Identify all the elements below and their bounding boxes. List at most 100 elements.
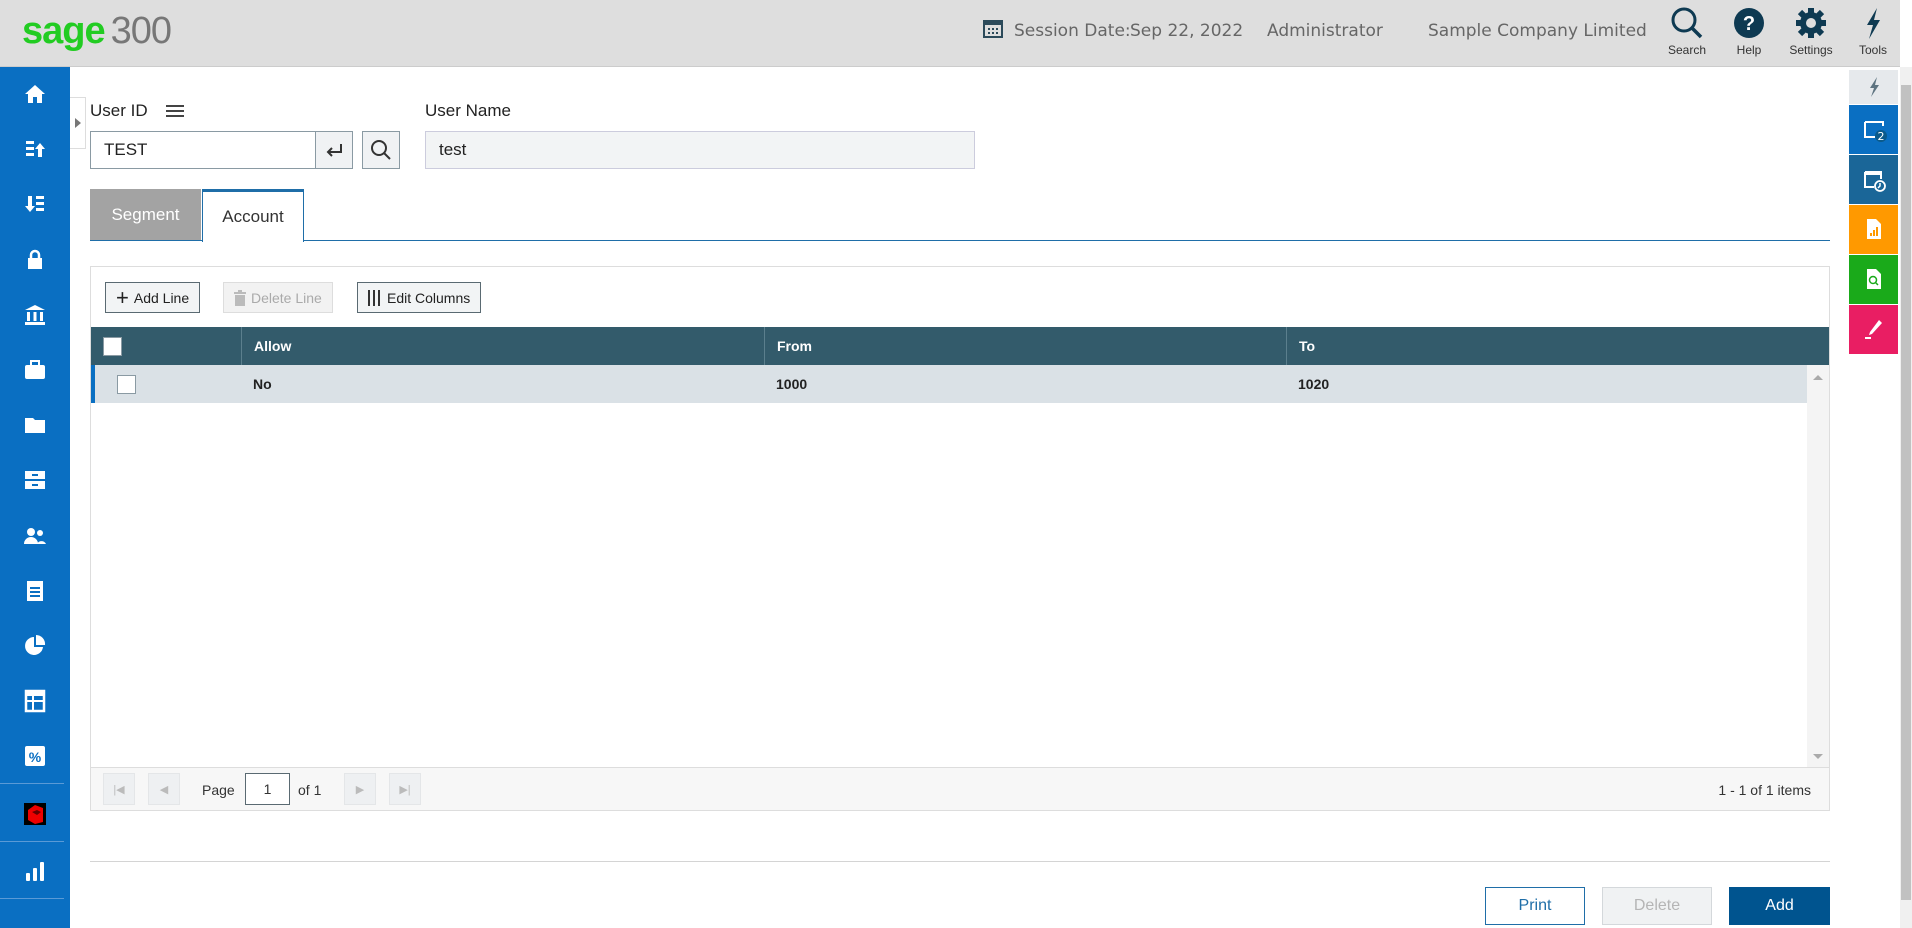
quick-tile-document-search[interactable] [1849,255,1898,304]
quick-tools-toggle[interactable] [1849,70,1898,104]
sidebar-item-bar-chart[interactable] [0,846,70,896]
settings-button[interactable]: Settings [1781,6,1841,57]
select-all-checkbox[interactable] [103,336,122,356]
document-icon [27,580,43,601]
svg-text:%: % [29,749,42,765]
briefcase-icon [25,360,45,379]
sidebar-item-percent[interactable]: % [0,731,70,781]
search-icon [1671,7,1703,39]
edit-columns-button[interactable]: Edit Columns [357,282,482,313]
cell-from[interactable]: 1000 [764,365,807,403]
delete-line-label: Delete Line [251,289,322,306]
bank-icon [25,304,45,325]
window-clock-icon [1863,170,1886,192]
lightning-icon [1867,8,1880,39]
sidebar-item-users[interactable] [0,511,70,561]
table-icon [24,689,46,713]
quick-tile-report[interactable] [1849,205,1898,254]
trash-icon [234,289,246,306]
sidebar-item-folder[interactable] [0,400,70,450]
folder-icon [25,418,45,434]
svg-text:2: 2 [1877,130,1884,143]
next-page-button[interactable]: ▶ [344,773,376,805]
help-button[interactable]: ? Help [1719,6,1779,57]
pie-chart-icon [25,634,46,655]
pen-icon [1864,319,1882,339]
finder-menu-icon[interactable] [166,104,184,118]
bar-chart-icon [26,861,44,881]
document-search-icon [1866,268,1881,289]
search-button[interactable]: Search [1657,6,1717,57]
search-label: Search [1667,43,1707,57]
sidebar-item-sort-down[interactable] [0,179,70,229]
sidebar-item-table[interactable] [0,676,70,726]
edit-columns-label: Edit Columns [387,289,471,306]
column-header-from[interactable]: From [764,327,1286,365]
sidebar-divider [0,840,64,842]
caret-right-icon [74,118,81,128]
settings-label: Settings [1789,43,1833,57]
tools-button[interactable]: Tools [1843,6,1903,57]
expand-panel-toggle[interactable] [70,97,86,149]
enter-button[interactable] [315,131,353,169]
sidebar-item-archive[interactable] [0,455,70,505]
sidebar-item-app-cube[interactable] [0,789,70,839]
svg-text:?: ? [1743,13,1755,35]
page-scrollbar-thumb[interactable] [1901,85,1911,900]
cell-to[interactable]: 1020 [1286,365,1329,403]
sidebar-item-document[interactable] [0,566,70,616]
row-select-cell [105,365,136,403]
report-icon [1866,218,1881,239]
print-button[interactable]: Print [1485,887,1585,925]
table-row[interactable]: No 1000 1020 [91,365,1807,403]
first-page-button[interactable]: |◀ [103,773,135,805]
page-total: of 1 [298,782,322,798]
page-number-input[interactable]: 1 [245,773,290,805]
sage-300-logo[interactable]: sage 300 [22,10,172,53]
user-name-field: test [425,131,975,169]
page-label: Page [202,782,235,798]
cell-allow[interactable]: No [241,365,272,403]
top-header: sage 300 Session Date: Sep 22, 2022 Admin… [0,0,1900,67]
user-id-label: User ID [90,101,148,120]
user-id-input[interactable]: TEST [90,131,316,169]
delete-line-button[interactable]: Delete Line [223,282,333,313]
sidebar-item-briefcase[interactable] [0,345,70,395]
add-button[interactable]: Add [1729,887,1830,925]
quick-tile-pen[interactable] [1849,305,1898,354]
sort-down-icon [25,196,44,213]
user-id-finder-button[interactable] [362,131,400,169]
tab-segment[interactable]: Segment [90,189,201,241]
column-header-allow[interactable]: Allow [241,327,764,365]
scroll-up-icon[interactable] [1813,375,1823,380]
tab-account[interactable]: Account [202,189,304,242]
session-date[interactable]: Sep 22, 2022 [1130,21,1243,41]
help-icon: ? [1734,8,1764,38]
users-icon [24,527,46,544]
delete-button[interactable]: Delete [1602,887,1712,925]
plus-icon: + [116,284,129,310]
sidebar-item-lock[interactable] [0,235,70,285]
home-icon [25,85,45,103]
add-line-button[interactable]: + Add Line [105,282,201,313]
grid-pager: |◀ ◀ Page 1 of 1 ▶ ▶| 1 - 1 of 1 items [91,767,1829,810]
quick-tile-windows[interactable]: 2 [1849,105,1898,154]
sidebar-item-sort-up[interactable] [0,124,70,174]
sidebar-item-bank[interactable] [0,290,70,340]
page-scrollbar[interactable] [1900,67,1912,928]
help-label: Help [1736,43,1762,57]
grid-scrollbar[interactable] [1807,365,1829,767]
last-page-button[interactable]: ▶| [389,773,421,805]
items-summary: 1 - 1 of 1 items [1718,782,1811,798]
row-checkbox[interactable] [117,374,136,394]
column-header-to[interactable]: To [1286,327,1829,365]
app-cube-icon [24,802,46,825]
sidebar-item-home[interactable] [0,69,70,119]
prev-page-button[interactable]: ◀ [148,773,180,805]
sidebar-item-pie-chart[interactable] [0,621,70,671]
windows-icon: 2 [1863,120,1887,143]
sort-up-icon [26,141,45,158]
enter-icon [326,144,342,157]
scroll-down-icon[interactable] [1813,754,1823,759]
quick-tile-window-clock[interactable] [1849,155,1898,204]
